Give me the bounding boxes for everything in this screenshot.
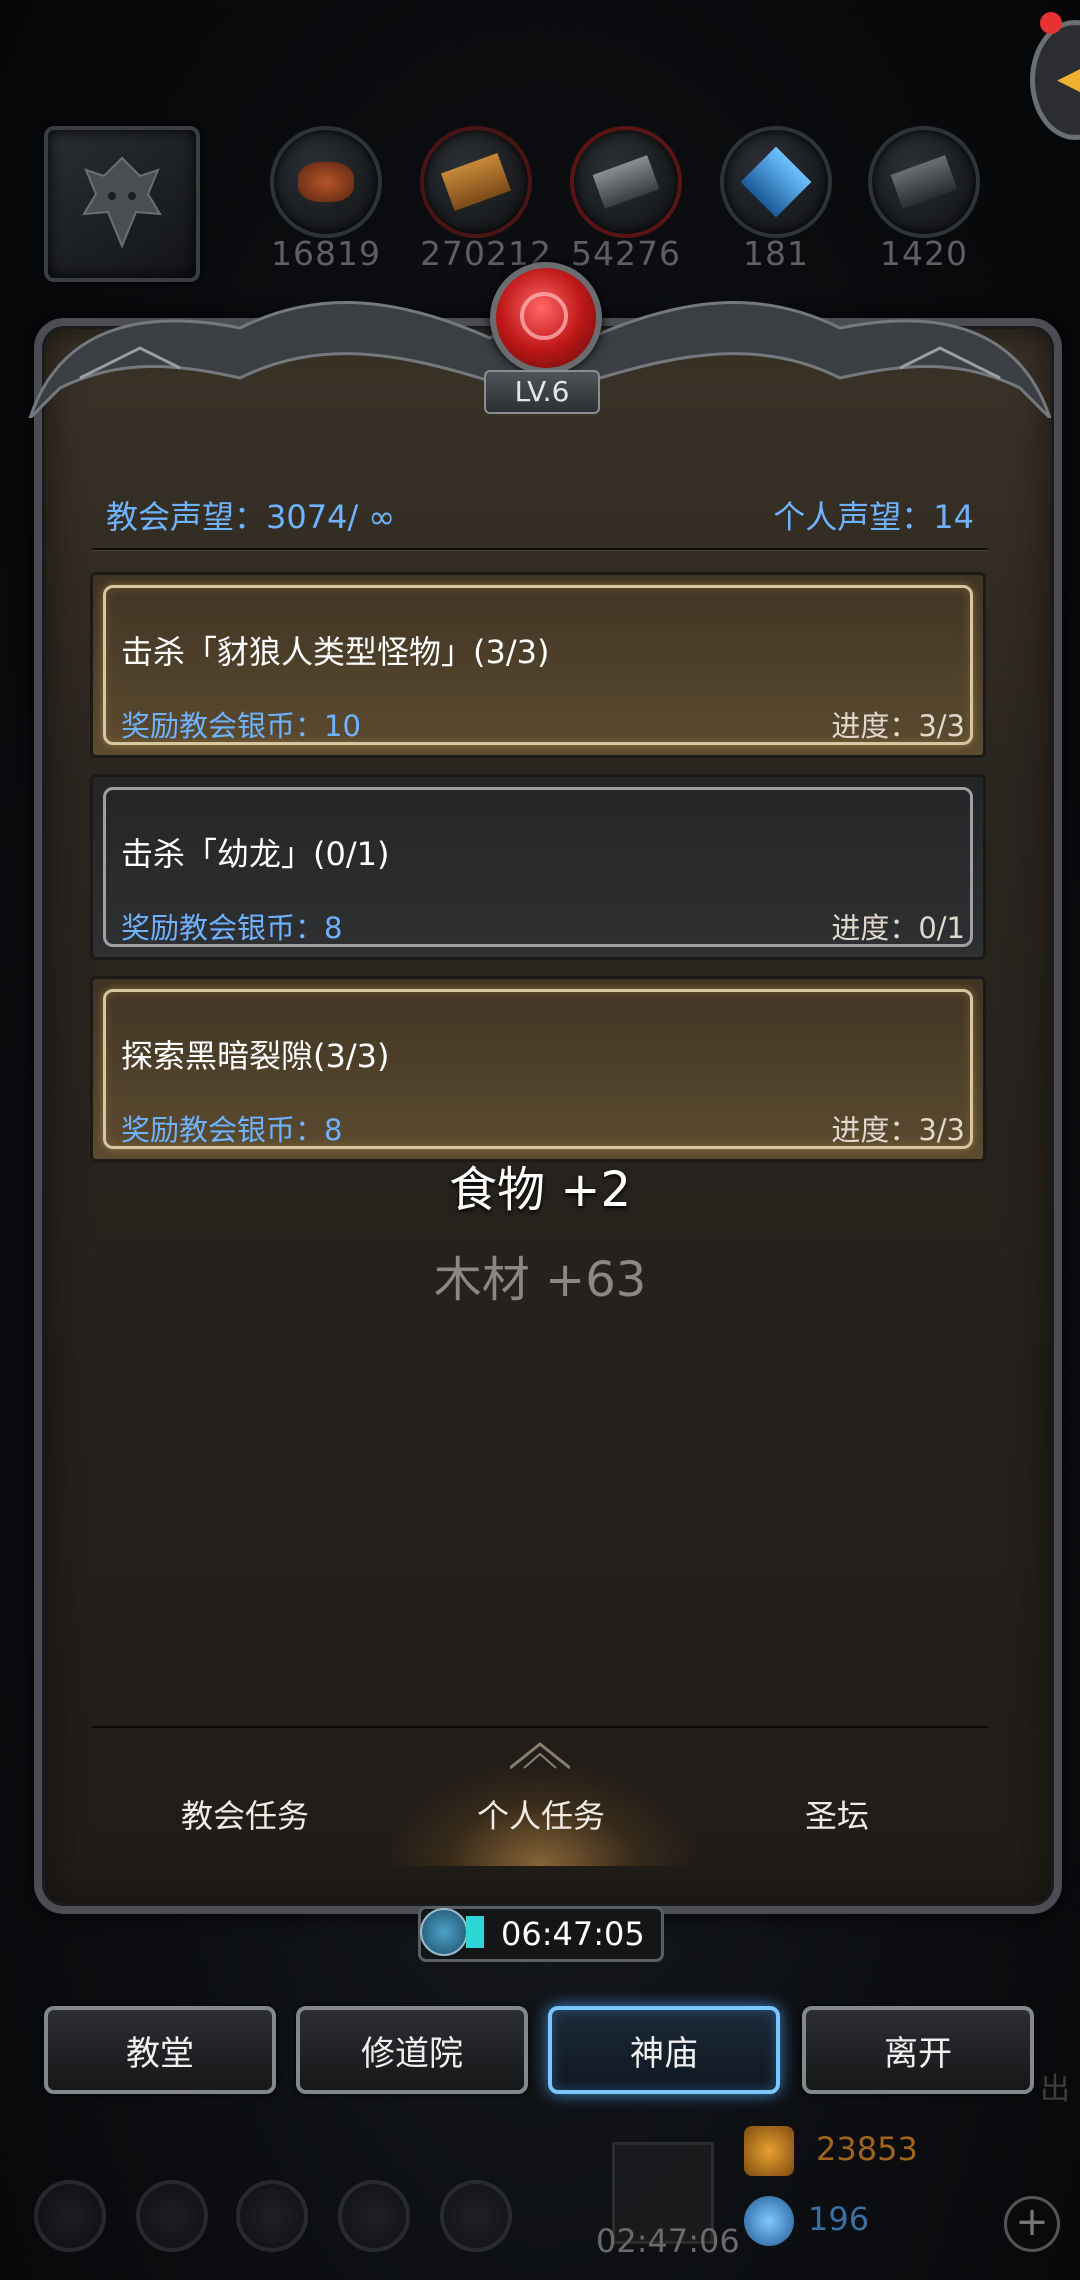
resource-value: 181 <box>743 234 809 273</box>
iron-icon <box>570 126 682 238</box>
quest-title: 击杀「幼龙」(0/1) <box>121 835 390 873</box>
nav-monastery-button[interactable]: 修道院 <box>296 2006 528 2094</box>
quest-card[interactable]: 探索黑暗裂隙(3/3) 奖励教会银币：8 进度：3/3 <box>90 976 986 1162</box>
gold-amount: 23853 <box>816 2130 918 2168</box>
shop-icon[interactable] <box>236 2180 308 2252</box>
side-label: 出 <box>1040 2072 1070 2107</box>
quest-card[interactable]: 击杀「豺狼人类型怪物」(3/3) 奖励教会银币：10 进度：3/3 <box>90 572 986 758</box>
quest-title: 击杀「豺狼人类型怪物」(3/3) <box>121 633 550 671</box>
nav-chapel-button[interactable]: 教堂 <box>44 2006 276 2094</box>
resource-value: 270212 <box>420 234 552 273</box>
resource-iron[interactable]: 54276 <box>570 126 682 273</box>
wood-icon <box>420 126 532 238</box>
resource-crystal[interactable]: 181 <box>720 126 832 273</box>
gem-icon <box>744 2196 794 2246</box>
crystal-icon <box>720 126 832 238</box>
notification-dot <box>1040 12 1062 34</box>
resource-value: 16819 <box>271 234 381 273</box>
nav-temple-button[interactable]: 神庙 <box>548 2006 780 2094</box>
quest-progress: 进度：0/1 <box>831 911 965 945</box>
resource-meat[interactable]: 16819 <box>270 126 382 273</box>
chevron-left-icon: ◀ <box>1057 55 1080 101</box>
church-reputation: 教会声望：3074/ ∞ <box>106 498 396 536</box>
tab-divider <box>92 1726 988 1728</box>
tab-altar[interactable]: 圣坛 <box>688 1766 986 1866</box>
quest-reward: 奖励教会银币：8 <box>121 1113 343 1147</box>
add-currency-button[interactable]: + <box>1004 2196 1060 2252</box>
settings-icon[interactable] <box>34 2180 106 2252</box>
side-menu-button[interactable]: ◀ <box>1030 20 1080 140</box>
quest-progress: 进度：3/3 <box>831 1113 965 1147</box>
gem-amount: 196 <box>808 2200 870 2238</box>
level-badge: LV.6 <box>484 370 600 414</box>
map-icon[interactable] <box>440 2180 512 2252</box>
quest-reward: 奖励教会银币：10 <box>121 709 361 743</box>
dragon-avatar-icon <box>82 156 162 249</box>
emblem-gem <box>490 262 602 374</box>
resource-stone[interactable]: 1420 <box>868 126 980 273</box>
resource-value: 54276 <box>571 234 681 273</box>
quest-card[interactable]: 击杀「幼龙」(0/1) 奖励教会银币：8 进度：0/1 <box>90 774 986 960</box>
quest-progress: 进度：3/3 <box>831 709 965 743</box>
resource-value: 1420 <box>880 234 968 273</box>
mail-icon[interactable] <box>338 2180 410 2252</box>
timer-progress-bar <box>466 1916 484 1948</box>
quest-title: 探索黑暗裂隙(3/3) <box>121 1037 390 1075</box>
stone-icon <box>868 126 980 238</box>
meat-icon <box>270 126 382 238</box>
gold-coin-icon <box>744 2126 794 2176</box>
food-gain-text: 食物 +2 <box>448 1162 632 1218</box>
wood-gain-text: 木材 +63 <box>433 1252 647 1308</box>
resource-wood[interactable]: 270212 <box>420 126 552 273</box>
divider <box>92 548 988 551</box>
nav-leave-button[interactable]: 离开 <box>802 2006 1034 2094</box>
clock-icon <box>420 1908 468 1956</box>
quest-reward: 奖励教会银币：8 <box>121 911 343 945</box>
gift-timer: 02:47:06 <box>596 2222 740 2260</box>
tab-church-quests[interactable]: 教会任务 <box>96 1766 394 1866</box>
tab-personal-quests[interactable]: 个人任务 <box>392 1766 690 1866</box>
avatar[interactable] <box>44 126 200 282</box>
personal-reputation: 个人声望：14 <box>773 498 974 536</box>
star-icon[interactable] <box>136 2180 208 2252</box>
